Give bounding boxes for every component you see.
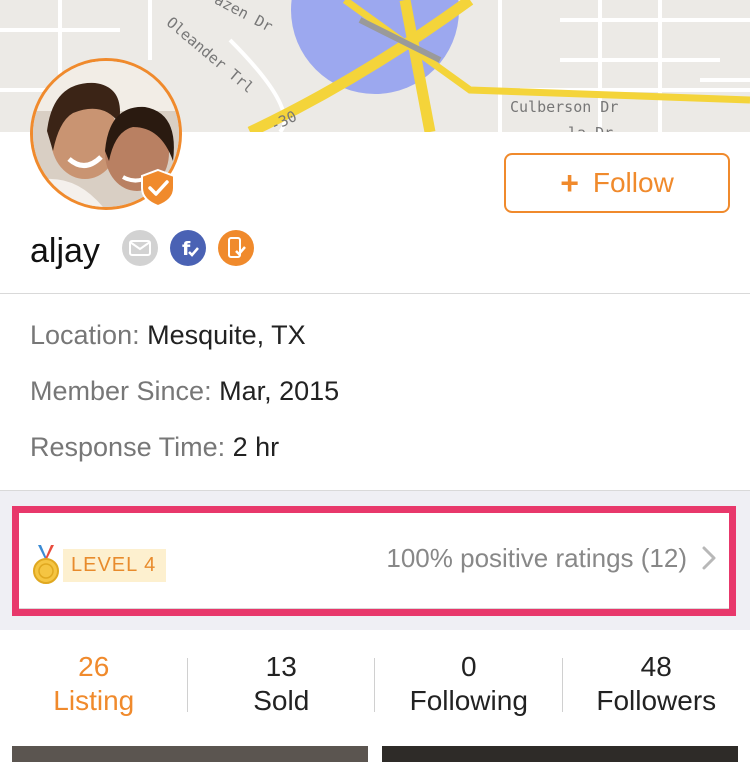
profile-stats-tabs: 26 Listing 13 Sold 0 Following 48 Follow… <box>0 640 750 730</box>
response-time-label: Response Time: <box>30 432 226 462</box>
tab-listing[interactable]: 26 Listing <box>0 640 188 730</box>
divider <box>0 490 750 491</box>
verification-badges: f <box>122 230 254 266</box>
svg-text:f: f <box>182 238 191 260</box>
plus-icon: + <box>560 165 579 201</box>
sold-label: Sold <box>253 685 310 716</box>
listing-label: Listing <box>53 685 135 716</box>
following-count: 0 <box>460 651 477 682</box>
tab-following[interactable]: 0 Following <box>375 640 563 730</box>
email-verified-icon[interactable] <box>122 230 158 266</box>
level-label: LEVEL 4 <box>63 548 167 582</box>
medal-icon <box>33 545 59 584</box>
tab-followers[interactable]: 48 Followers <box>563 640 750 730</box>
follow-button[interactable]: + Follow <box>504 153 730 213</box>
listing-thumbnail[interactable] <box>12 746 368 762</box>
listing-count: 26 <box>78 651 110 682</box>
phone-verified-icon[interactable] <box>218 230 254 266</box>
seller-level-badge: LEVEL 4 <box>33 545 167 585</box>
facebook-verified-icon[interactable]: f <box>170 230 206 266</box>
response-time-row: Response Time: 2 hr <box>30 432 279 463</box>
shield-check-icon <box>141 168 175 208</box>
tab-sold[interactable]: 13 Sold <box>188 640 375 730</box>
member-since-row: Member Since: Mar, 2015 <box>30 376 339 407</box>
followers-count: 48 <box>640 651 672 682</box>
location-label: Location: <box>30 320 140 350</box>
username: aljay <box>30 232 100 270</box>
ratings-row[interactable]: LEVEL 4 100% positive ratings (12) <box>12 506 736 616</box>
sold-count: 13 <box>265 651 297 682</box>
avatar[interactable] <box>30 58 182 210</box>
positive-ratings-text: 100% positive ratings (12) <box>386 543 687 573</box>
followers-label: Followers <box>596 685 717 716</box>
location-value: Mesquite, TX <box>147 320 306 350</box>
location-row: Location: Mesquite, TX <box>30 320 306 351</box>
listing-thumbnail[interactable] <box>382 746 738 762</box>
chevron-right-icon <box>702 546 716 570</box>
follow-button-label: Follow <box>592 167 674 198</box>
ratings-row-content: LEVEL 4 100% positive ratings (12) <box>19 513 729 609</box>
following-label: Following <box>409 685 528 716</box>
map-street-label: Culberson Dr <box>510 98 619 116</box>
response-time-value: 2 hr <box>232 432 280 462</box>
map-street-label: la Dr <box>568 124 613 132</box>
member-since-value: Mar, 2015 <box>219 376 340 406</box>
member-since-label: Member Since: <box>30 376 212 406</box>
divider <box>0 293 750 294</box>
